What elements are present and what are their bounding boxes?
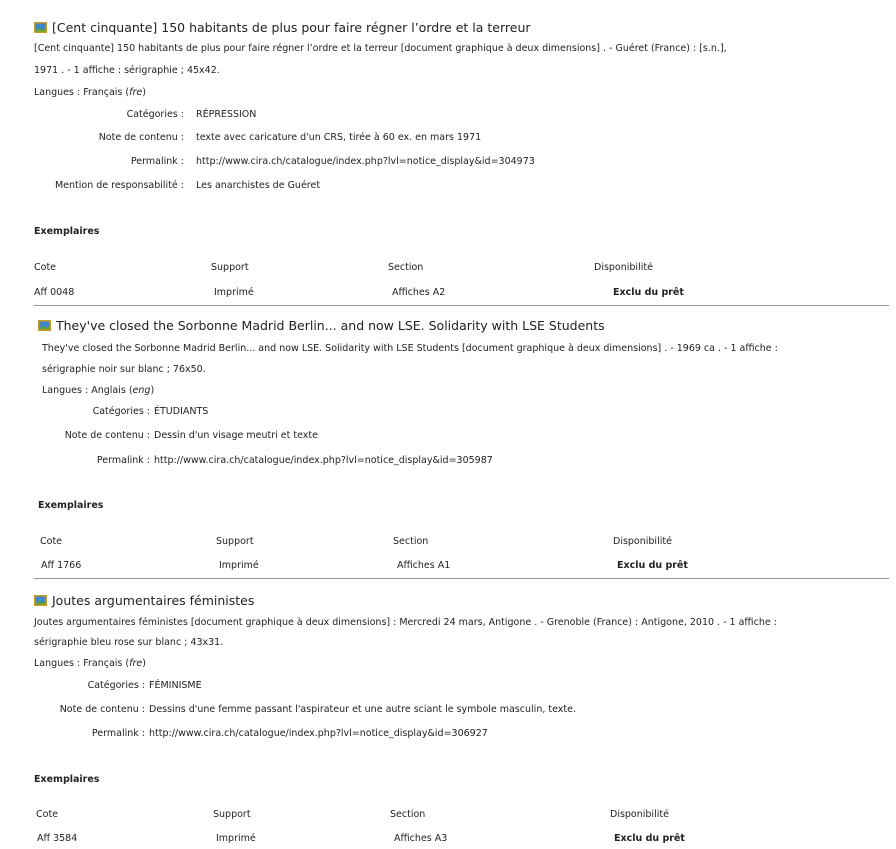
cell-disponibilite: Exclu du prêt: [613, 287, 684, 298]
notice-description-cont: 1971 . - 1 affiche : sérigraphie ; 45x42…: [34, 65, 220, 76]
notice-title[interactable]: Joutes argumentaires féministes: [34, 593, 254, 608]
categories-label: Catégories :: [87, 680, 145, 691]
categories-value[interactable]: RÉPRESSION: [196, 109, 256, 120]
notice-description: [Cent cinquante] 150 habitants de plus p…: [34, 43, 727, 54]
permalink-label: Permalink :: [91, 728, 145, 739]
col-cote: Cote: [34, 262, 57, 273]
col-support: Support: [211, 262, 249, 273]
notice-languages: Langues : Français (fre): [34, 658, 146, 669]
languages-label: Langues : Anglais (: [42, 385, 133, 396]
languages-suffix: ): [142, 87, 146, 98]
image-icon: [34, 595, 47, 606]
permalink-label: Permalink :: [130, 156, 184, 167]
image-icon: [34, 22, 47, 33]
cell-section: Affiches A1: [397, 560, 451, 571]
cell-cote: Aff 0048: [34, 287, 75, 298]
cell-disponibilite: Exclu du prêt: [614, 833, 685, 844]
permalink-value[interactable]: http://www.cira.ch/catalogue/index.php?l…: [154, 455, 493, 466]
cell-cote: Aff 1766: [41, 560, 82, 571]
notice-title-text: They've closed the Sorbonne Madrid Berli…: [56, 318, 605, 333]
language-code: fre: [129, 658, 143, 669]
note-contenu-label: Note de contenu :: [64, 430, 150, 441]
cell-cote: Aff 3584: [37, 833, 78, 844]
note-contenu-label: Note de contenu :: [59, 704, 145, 715]
col-cote: Cote: [36, 809, 59, 820]
col-disponibilite: Disponibilité: [610, 809, 669, 820]
language-code: eng: [132, 385, 151, 396]
cell-disponibilite: Exclu du prêt: [617, 560, 688, 571]
languages-label: Langues : Français (: [34, 658, 130, 669]
permalink-value[interactable]: http://www.cira.ch/catalogue/index.php?l…: [149, 728, 488, 739]
note-contenu-value: Dessins d'une femme passant l'aspirateur…: [149, 704, 576, 715]
categories-label: Catégories :: [126, 109, 184, 120]
col-support: Support: [216, 536, 254, 547]
languages-suffix: ): [150, 385, 155, 396]
exemplaires-heading: Exemplaires: [34, 226, 100, 237]
col-section: Section: [393, 536, 429, 547]
exemplaires-heading: Exemplaires: [38, 500, 104, 511]
divider: [34, 305, 889, 306]
notice-title[interactable]: They've closed the Sorbonne Madrid Berli…: [38, 318, 605, 333]
notice-title-text: Joutes argumentaires féministes: [52, 593, 255, 608]
notice-description-cont: sérigraphie noir sur blanc ; 76x50.: [42, 364, 206, 375]
cell-support: Imprimé: [219, 560, 259, 571]
categories-label: Catégories :: [92, 406, 150, 417]
exemplaires-heading: Exemplaires: [34, 774, 100, 785]
notice-languages: Langues : Français (fre): [34, 87, 146, 98]
image-icon: [38, 320, 51, 331]
col-section: Section: [388, 262, 424, 273]
categories-value[interactable]: ÉTUDIANTS: [154, 406, 208, 417]
permalink-value[interactable]: http://www.cira.ch/catalogue/index.php?l…: [196, 156, 535, 167]
languages-label: Langues : Français (: [34, 87, 130, 98]
col-support: Support: [213, 809, 251, 820]
col-section: Section: [390, 809, 426, 820]
languages-suffix: ): [142, 658, 146, 669]
responsabilite-label: Mention de responsabilité :: [54, 180, 184, 191]
col-disponibilite: Disponibilité: [594, 262, 653, 273]
responsabilite-value[interactable]: Les anarchistes de Guéret: [196, 180, 320, 191]
notice-description: Joutes argumentaires féministes [documen…: [34, 617, 777, 628]
notice-description: They've closed the Sorbonne Madrid Berli…: [42, 343, 778, 354]
notice-title[interactable]: [Cent cinquante] 150 habitants de plus p…: [34, 20, 531, 35]
note-contenu-value: Dessin d'un visage meutri et texte: [154, 430, 318, 441]
cell-section: Affiches A3: [394, 833, 448, 844]
notice-title-text: [Cent cinquante] 150 habitants de plus p…: [52, 20, 531, 35]
col-disponibilite: Disponibilité: [613, 536, 672, 547]
divider: [34, 578, 889, 579]
cell-section: Affiches A2: [392, 287, 446, 298]
cell-support: Imprimé: [216, 833, 256, 844]
notice-languages: Langues : Anglais (eng): [42, 385, 154, 396]
permalink-label: Permalink :: [96, 455, 150, 466]
categories-value[interactable]: FÉMINISME: [149, 680, 202, 691]
language-code: fre: [129, 87, 143, 98]
note-contenu-label: Note de contenu :: [98, 132, 184, 143]
note-contenu-value: texte avec caricature d'un CRS, tirée à …: [196, 132, 482, 143]
cell-support: Imprimé: [214, 287, 254, 298]
notice-description-cont: sérigraphie bleu rose sur blanc ; 43x31.: [34, 637, 224, 648]
col-cote: Cote: [40, 536, 63, 547]
